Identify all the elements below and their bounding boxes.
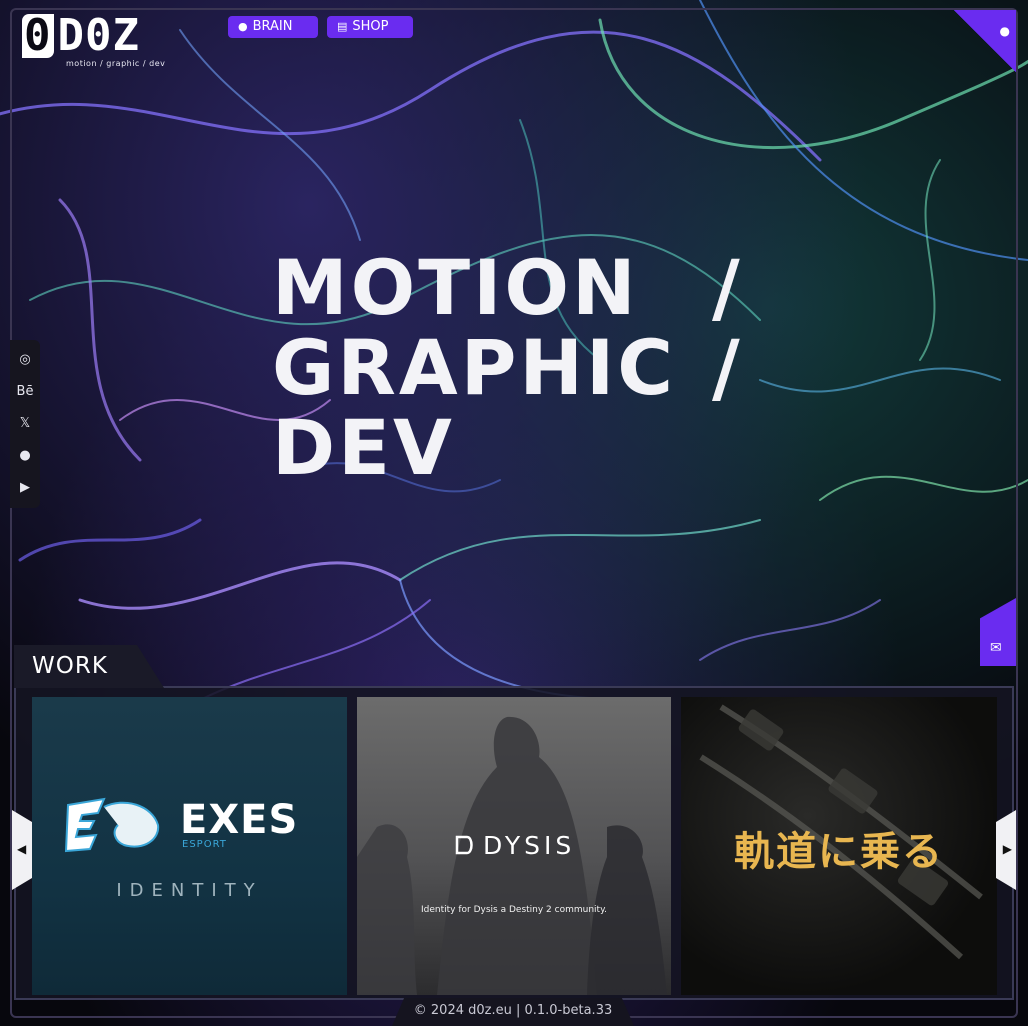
mail-icon: ✉ (990, 640, 1002, 656)
kido-title: 軌道に乗る (734, 828, 944, 875)
work-card-dysis[interactable]: DYSIS Identity for Dysis a Destiny 2 com… (357, 697, 671, 995)
site-logo[interactable]: 0 D0Z motion / graphic / dev (22, 14, 192, 70)
dysis-description: Identity for Dysis a Destiny 2 community… (421, 905, 607, 915)
brain-button[interactable]: ● BRAIN (228, 16, 318, 38)
exes-title: EXES (180, 797, 299, 843)
logo-mark: 0 D0Z (22, 10, 140, 61)
x-icon[interactable]: 𝕏 (16, 415, 34, 433)
work-heading: WORK (32, 653, 108, 679)
hero-separator: / (712, 243, 743, 332)
behance-icon[interactable]: Bē (16, 383, 34, 401)
basket-icon: ▤ (337, 20, 348, 33)
hero-line-motion: MOTION / (272, 243, 743, 332)
exes-logo-icon (64, 797, 160, 853)
instagram-icon[interactable]: ◎ (16, 351, 34, 369)
work-card-kido[interactable]: 軌道に乗る (681, 697, 997, 995)
hero-line-dev: DEV (272, 403, 455, 492)
cookie-icon: ● (999, 24, 1010, 38)
hero-separator: / (712, 323, 743, 412)
carousel-prev-button[interactable]: ◀ (12, 802, 44, 898)
footer-version: © 2024 d0z.eu | 0.1.0-beta.33 (392, 998, 634, 1026)
cookie-settings-button[interactable]: ● (954, 10, 1016, 72)
exes-tagline: IDENTITY (116, 880, 263, 901)
hero-title: MOTION / GRAPHIC / DEV (272, 248, 772, 488)
youtube-icon[interactable]: ▶ (16, 479, 34, 497)
chevron-right-icon: ▶ (1002, 842, 1012, 856)
carousel-next-button[interactable]: ▶ (984, 802, 1016, 898)
social-sidebar: ◎ Bē 𝕏 ● ▶ (10, 340, 40, 508)
chevron-left-icon: ◀ (17, 842, 27, 856)
shop-button[interactable]: ▤ SHOP (327, 16, 413, 38)
brain-icon: ● (238, 20, 248, 33)
hero-line-graphic: GRAPHIC / (272, 323, 743, 412)
logo-tagline: motion / graphic / dev (66, 59, 166, 68)
github-icon[interactable]: ● (16, 447, 34, 465)
dysis-title: DYSIS (483, 831, 576, 860)
exes-subtitle: ESPORT (182, 839, 227, 850)
work-card-exes[interactable]: EXES ESPORT IDENTITY (32, 697, 347, 995)
